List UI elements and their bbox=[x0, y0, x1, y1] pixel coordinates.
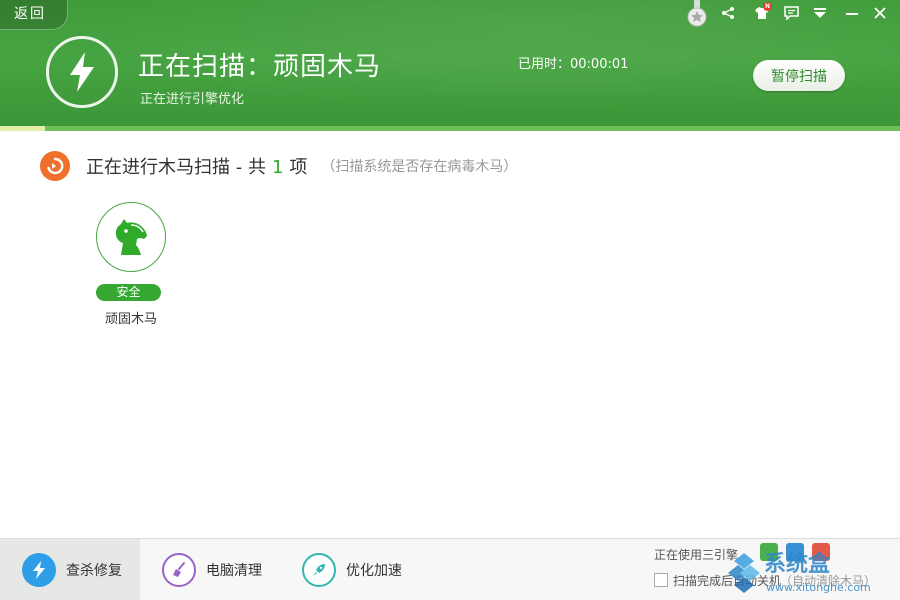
scan-arrow-icon bbox=[40, 151, 70, 181]
bolt-icon bbox=[70, 52, 94, 92]
section-hint: （扫描系统是否存在病毒木马） bbox=[321, 159, 518, 175]
broom-icon bbox=[162, 553, 196, 587]
share-icon[interactable] bbox=[718, 4, 738, 22]
status-badge: 安全 bbox=[96, 284, 161, 301]
horse-icon-circle bbox=[96, 202, 166, 272]
message-icon[interactable] bbox=[781, 4, 801, 22]
tab-label: 查杀修复 bbox=[66, 563, 122, 579]
new-badge: N bbox=[763, 2, 772, 11]
auto-shutdown-checkbox[interactable] bbox=[654, 573, 668, 587]
tab-optimize[interactable]: 优化加速 bbox=[280, 539, 420, 600]
tab-pc-cleanup[interactable]: 电脑清理 bbox=[140, 539, 280, 600]
section-title-suffix: 项 bbox=[289, 157, 308, 178]
watermark-url: www.xitonghe.com bbox=[766, 581, 871, 594]
scan-item[interactable]: 安全 顽固木马 bbox=[96, 202, 166, 327]
scan-item-label: 顽固木马 bbox=[104, 312, 157, 327]
menu-icon[interactable] bbox=[810, 4, 830, 22]
section-title-prefix: 正在进行木马扫描 - 共 bbox=[86, 157, 266, 178]
item-count: 1 bbox=[271, 157, 284, 178]
medal-icon[interactable] bbox=[686, 0, 708, 28]
tab-label: 电脑清理 bbox=[206, 563, 262, 579]
shirt-icon[interactable]: N bbox=[752, 2, 772, 22]
scan-title: 正在扫描：顽固木马 bbox=[138, 52, 382, 82]
bolt-tab-icon bbox=[22, 553, 56, 587]
close-icon[interactable] bbox=[870, 4, 890, 22]
rocket-icon bbox=[302, 553, 336, 587]
horse-icon bbox=[115, 219, 147, 255]
watermark-text: 系统盒 bbox=[764, 551, 831, 577]
scan-progress-bar bbox=[0, 126, 45, 131]
site-watermark-logo: 系统盒 www.xitonghe.com bbox=[728, 551, 871, 594]
scan-status-icon bbox=[46, 36, 118, 108]
scan-subtitle: 正在进行引擎优化 bbox=[140, 92, 245, 107]
pause-scan-button[interactable]: 暂停扫描 bbox=[753, 60, 845, 91]
minimize-icon[interactable] bbox=[842, 4, 862, 22]
section-header: 正在进行木马扫描 - 共1项 （扫描系统是否存在病毒木马） bbox=[40, 150, 517, 182]
bottom-bar: 查杀修复 电脑清理 优化加速 正在使用三引擎 扫描完成后自动关机 （自动清除木马… bbox=[0, 538, 900, 600]
elapsed-time: 已用时：00:00:01 bbox=[518, 57, 629, 72]
scan-header: 返回 正在扫描：顽固木马 正在进行引擎优化 已用时：00:00:01 暂停扫描 … bbox=[0, 0, 900, 131]
back-button[interactable]: 返回 bbox=[0, 0, 68, 30]
tab-label: 优化加速 bbox=[346, 563, 402, 579]
section-title: 正在进行木马扫描 - 共1项 bbox=[86, 153, 307, 179]
tab-virus-repair[interactable]: 查杀修复 bbox=[0, 539, 140, 600]
